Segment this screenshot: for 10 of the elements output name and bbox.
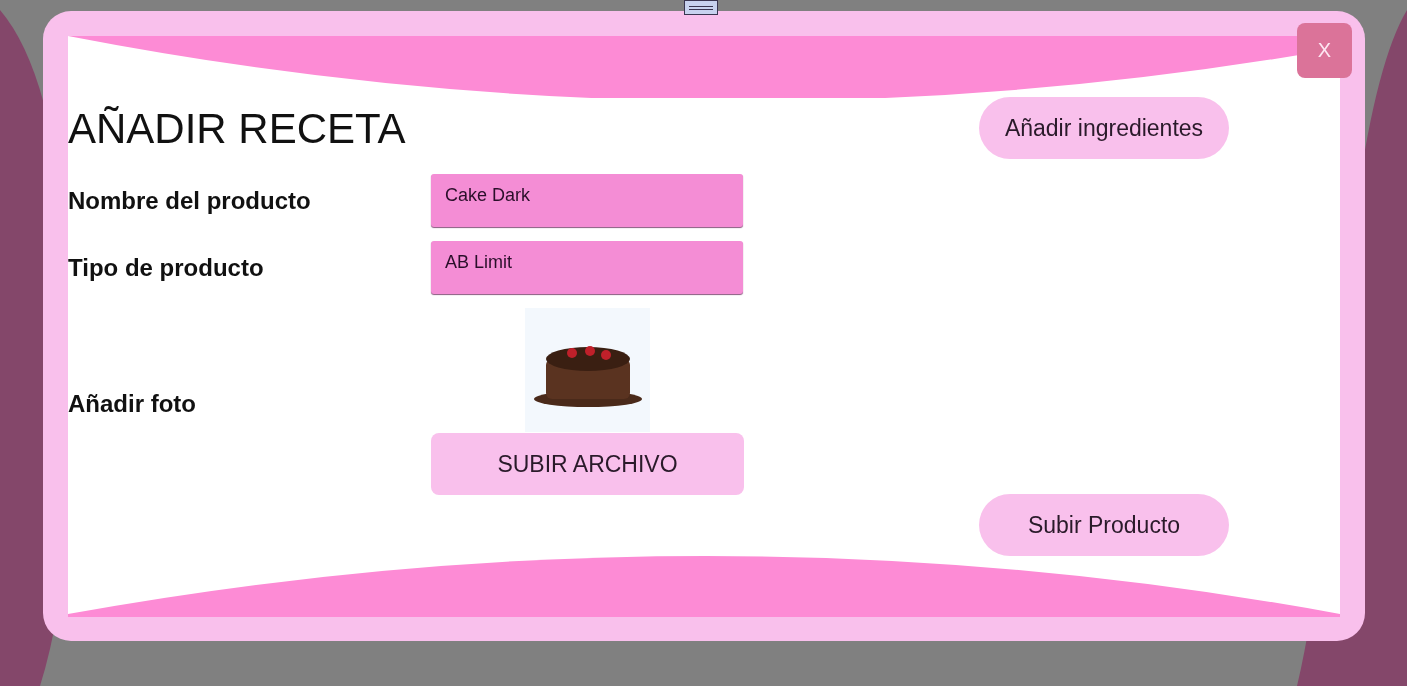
form-title: AÑADIR RECETA	[68, 104, 407, 154]
drag-handle-icon[interactable]	[684, 0, 718, 15]
field-label: Tipo de producto	[68, 253, 265, 282]
input-field[interactable]: Cake Dark	[431, 174, 743, 227]
upload-file-button[interactable]: SUBIR ARCHIVO	[431, 433, 744, 495]
add-ingredients-button[interactable]: Añadir ingredientes	[979, 97, 1229, 159]
field-label: Nombre del producto	[68, 186, 312, 215]
input-field[interactable]: AB Limit	[431, 241, 743, 294]
field-label: Añadir foto	[68, 390, 197, 419]
upload-product-button[interactable]: Subir Producto	[979, 494, 1229, 556]
